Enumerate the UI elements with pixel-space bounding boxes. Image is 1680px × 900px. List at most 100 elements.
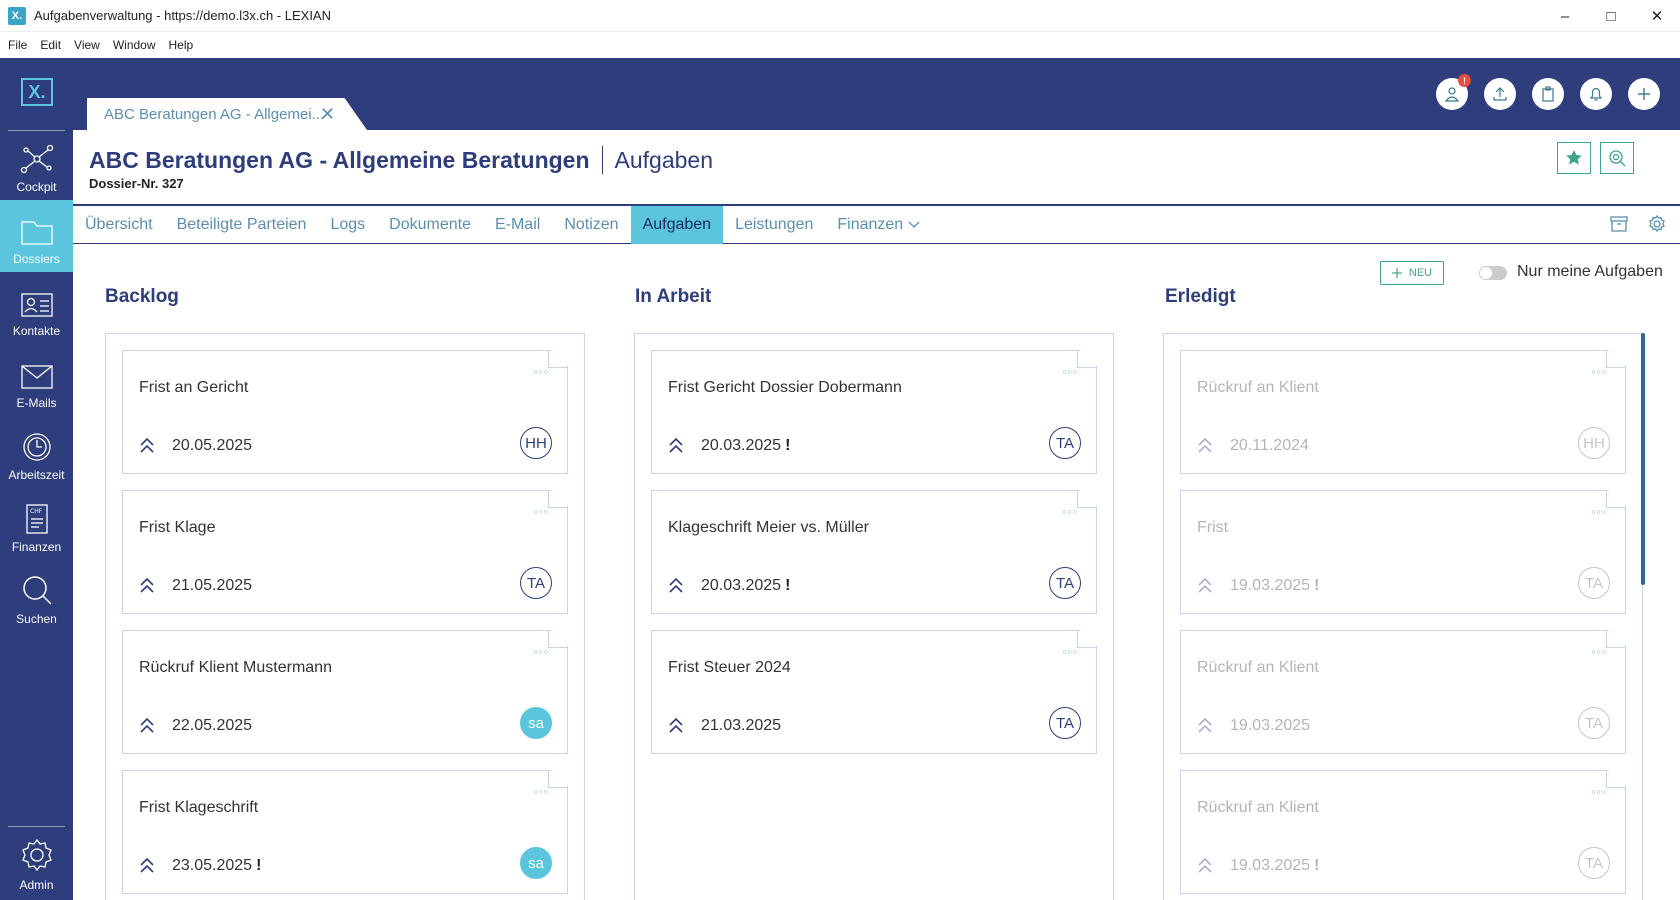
assignee-avatar[interactable]: TA bbox=[1578, 707, 1610, 739]
sidebar-item-suchen[interactable]: Suchen bbox=[0, 560, 73, 632]
sidebar-item-emails[interactable]: E-Mails bbox=[0, 344, 73, 416]
gear-icon bbox=[21, 838, 52, 872]
priority-high-icon bbox=[1198, 857, 1212, 873]
more-options-icon[interactable]: ○○○ bbox=[533, 789, 549, 796]
user-button[interactable]: ! bbox=[1436, 74, 1471, 110]
task-title: Frist Steuer 2024 bbox=[668, 659, 791, 676]
tab-notizen[interactable]: Notizen bbox=[552, 206, 630, 244]
card-corner-fold bbox=[548, 771, 567, 788]
app-logo-icon: X. bbox=[8, 6, 26, 25]
menu-file[interactable]: File bbox=[8, 38, 27, 52]
folder-icon bbox=[20, 221, 53, 245]
more-options-icon[interactable]: ○○○ bbox=[533, 649, 549, 656]
card-corner-fold bbox=[548, 631, 567, 648]
bell-button[interactable] bbox=[1580, 78, 1612, 110]
close-window-icon[interactable]: ✕ bbox=[1634, 0, 1680, 32]
assignee-avatar[interactable]: TA bbox=[1049, 427, 1081, 459]
sidebar-item-arbeitszeit[interactable]: Arbeitszeit bbox=[0, 416, 73, 488]
menu-help[interactable]: Help bbox=[169, 38, 194, 52]
upload-icon bbox=[1493, 87, 1507, 101]
task-card[interactable]: Frist ○○○ 19.03.2025! TA bbox=[1180, 490, 1626, 614]
task-card[interactable]: Frist Klageschrift ○○○ 23.05.2025! sa bbox=[122, 770, 568, 894]
task-card[interactable]: Frist an Gericht ○○○ 20.05.2025 HH bbox=[122, 350, 568, 474]
task-card[interactable]: Klageschrift Meier vs. Müller ○○○ 20.03.20… bbox=[651, 490, 1097, 614]
tab-dokumente[interactable]: Dokumente bbox=[377, 206, 483, 244]
notification-badge: ! bbox=[1458, 74, 1471, 87]
clipboard-icon bbox=[1542, 86, 1554, 102]
more-options-icon[interactable]: ○○○ bbox=[533, 509, 549, 516]
sidebar-item-finanzen[interactable]: CHF Finanzen bbox=[0, 488, 73, 560]
assignee-avatar[interactable]: sa bbox=[520, 707, 552, 739]
more-options-icon[interactable]: ○○○ bbox=[533, 369, 549, 376]
archive-icon[interactable] bbox=[1610, 215, 1628, 238]
star-icon bbox=[1566, 150, 1582, 165]
tab-leistungen[interactable]: Leistungen bbox=[723, 206, 825, 244]
task-due-date: 23.05.2025! bbox=[172, 857, 261, 875]
task-card[interactable]: Frist Steuer 2024 ○○○ 21.03.2025 TA bbox=[651, 630, 1097, 754]
tab-email[interactable]: E-Mail bbox=[483, 206, 552, 244]
assignee-avatar[interactable]: TA bbox=[1578, 567, 1610, 599]
dossier-title: ABC Beratungen AG - Allgemeine Beratunge… bbox=[89, 146, 590, 173]
maximize-icon[interactable]: □ bbox=[1588, 0, 1634, 32]
assignee-avatar[interactable]: TA bbox=[1578, 847, 1610, 879]
dossier-tab[interactable]: ABC Beratungen AG - Allgemei... ✕ bbox=[87, 98, 367, 130]
my-tasks-toggle[interactable] bbox=[1479, 266, 1507, 280]
sidebar-label: E-Mails bbox=[16, 396, 57, 410]
new-task-button[interactable]: NEU bbox=[1380, 261, 1444, 285]
sidebar-item-kontakte[interactable]: Kontakte bbox=[0, 272, 73, 344]
add-button[interactable] bbox=[1628, 78, 1660, 110]
tab-uebersicht[interactable]: Übersicht bbox=[73, 206, 165, 244]
menu-edit[interactable]: Edit bbox=[40, 38, 61, 52]
tab-actions bbox=[1590, 214, 1666, 238]
more-options-icon[interactable]: ○○○ bbox=[1591, 649, 1607, 656]
tab-logs[interactable]: Logs bbox=[318, 206, 377, 244]
window-title: Aufgabenverwaltung - https://demo.l3x.ch… bbox=[34, 8, 331, 23]
settings-gear-icon[interactable] bbox=[1648, 214, 1666, 238]
due-date-text: 21.03.2025 bbox=[701, 717, 782, 734]
task-card[interactable]: Frist Klage ○○○ 21.05.2025 TA bbox=[122, 490, 568, 614]
task-card[interactable]: Frist Gericht Dossier Dobermann ○○○ 20.03.… bbox=[651, 350, 1097, 474]
sidebar-item-admin[interactable]: Admin bbox=[0, 826, 73, 898]
task-card[interactable]: Rückruf an Klient ○○○ 20.11.2024 HH bbox=[1180, 350, 1626, 474]
task-title: Rückruf an Klient bbox=[1197, 659, 1319, 676]
more-options-icon[interactable]: ○○○ bbox=[1062, 649, 1078, 656]
minimize-icon[interactable]: – bbox=[1542, 0, 1588, 32]
menu-window[interactable]: Window bbox=[113, 38, 156, 52]
task-card[interactable]: Rückruf an Klient ○○○ 19.03.2025 TA bbox=[1180, 630, 1626, 754]
tab-aufgaben[interactable]: Aufgaben bbox=[630, 205, 724, 244]
tab-beteiligte-parteien[interactable]: Beteiligte Parteien bbox=[165, 206, 319, 244]
favorite-button[interactable] bbox=[1557, 142, 1591, 174]
column-scrollbar[interactable] bbox=[1641, 333, 1645, 585]
assignee-avatar[interactable]: HH bbox=[520, 427, 552, 459]
urgent-marker: ! bbox=[1314, 857, 1320, 874]
assignee-avatar[interactable]: sa bbox=[520, 847, 552, 879]
close-icon[interactable]: ✕ bbox=[320, 104, 335, 125]
more-options-icon[interactable]: ○○○ bbox=[1062, 509, 1078, 516]
lexian-logo[interactable]: X. bbox=[21, 78, 53, 106]
assignee-avatar[interactable]: TA bbox=[520, 567, 552, 599]
task-due-date: 22.05.2025 bbox=[172, 717, 256, 735]
assignee-avatar[interactable]: TA bbox=[1049, 707, 1081, 739]
clipboard-button[interactable] bbox=[1532, 78, 1564, 110]
tab-finanzen[interactable]: Finanzen bbox=[825, 206, 932, 244]
more-options-icon[interactable]: ○○○ bbox=[1062, 369, 1078, 376]
task-card[interactable]: Rückruf an Klient ○○○ 19.03.2025! TA bbox=[1180, 770, 1626, 894]
urgent-marker: ! bbox=[785, 437, 791, 454]
menu-view[interactable]: View bbox=[74, 38, 100, 52]
assignee-avatar[interactable]: TA bbox=[1049, 567, 1081, 599]
upload-button[interactable] bbox=[1484, 78, 1516, 110]
window-titlebar: X. Aufgabenverwaltung - https://demo.l3x… bbox=[0, 0, 1680, 32]
assignee-avatar[interactable]: HH bbox=[1578, 427, 1610, 459]
card-corner-fold bbox=[1606, 771, 1625, 788]
urgent-marker: ! bbox=[785, 577, 791, 594]
task-card[interactable]: Rückruf Klient Mustermann ○○○ 22.05.2025 sa bbox=[122, 630, 568, 754]
sidebar-item-cockpit[interactable]: Cockpit bbox=[0, 128, 73, 200]
sidebar-item-dossiers[interactable]: Dossiers bbox=[0, 200, 73, 272]
due-date-text: 22.05.2025 bbox=[172, 717, 253, 734]
chevron-down-icon bbox=[908, 221, 920, 228]
search-dossier-button[interactable] bbox=[1600, 142, 1634, 174]
more-options-icon[interactable]: ○○○ bbox=[1591, 509, 1607, 516]
more-options-icon[interactable]: ○○○ bbox=[1591, 369, 1607, 376]
more-options-icon[interactable]: ○○○ bbox=[1591, 789, 1607, 796]
dossier-tabs: Übersicht Beteiligte Parteien Logs Dokum… bbox=[73, 205, 1680, 244]
